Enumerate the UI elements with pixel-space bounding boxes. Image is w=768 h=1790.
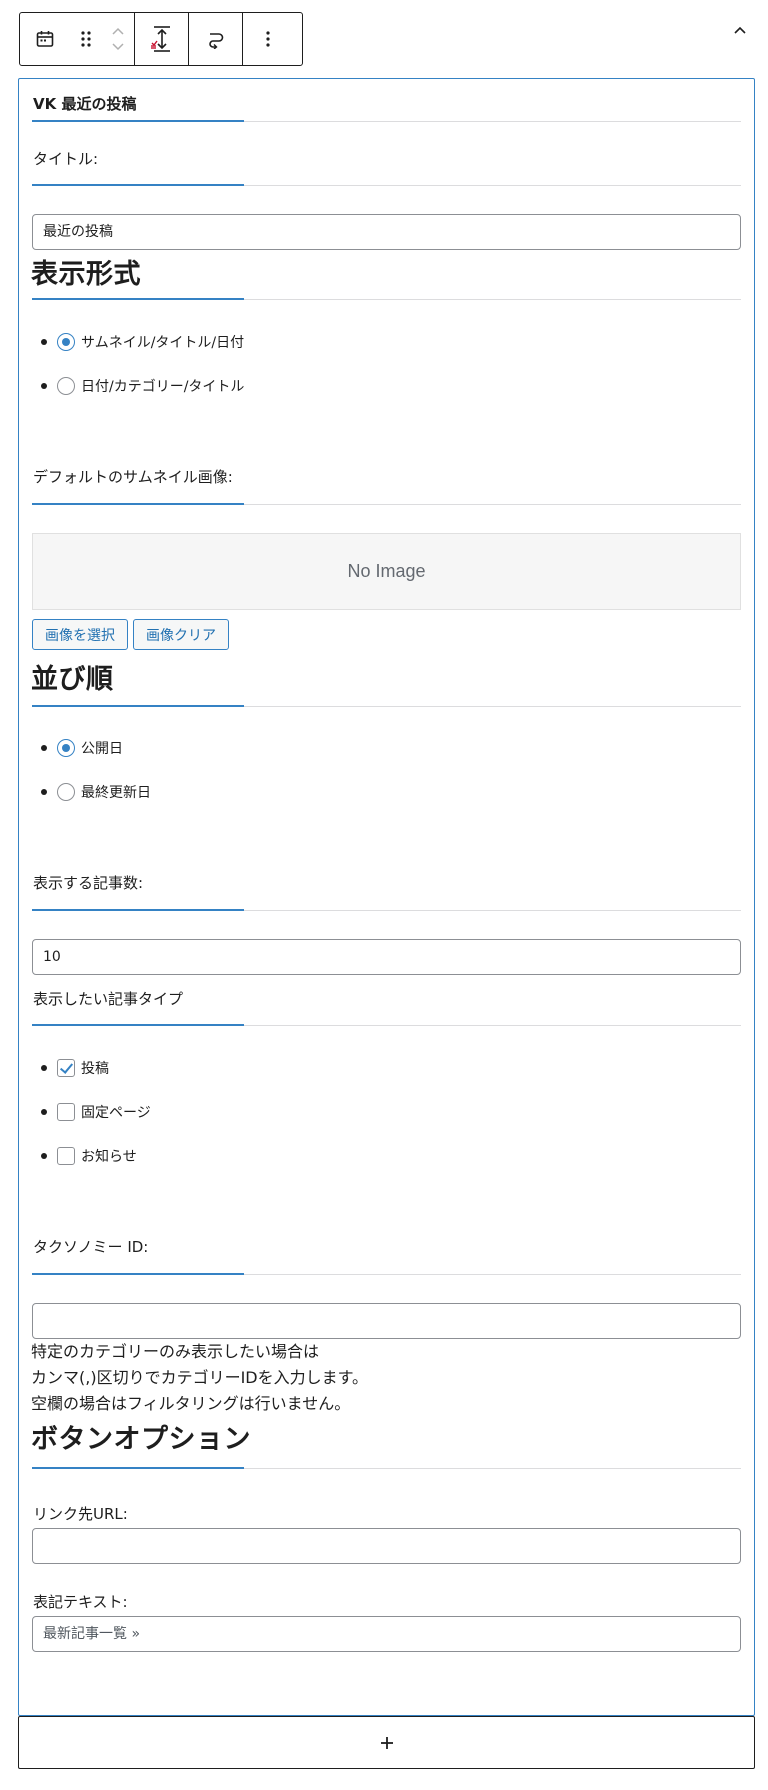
title-input[interactable]: 最近の投稿 — [32, 214, 741, 250]
radio-button[interactable] — [57, 333, 75, 351]
select-image-button[interactable]: 画像を選択 — [32, 619, 128, 650]
option-label: サムネイル/タイトル/日付 — [81, 335, 245, 351]
option-label: 公開日 — [81, 741, 123, 757]
transform-icon — [208, 33, 223, 49]
divider — [32, 1024, 741, 1026]
more-group — [243, 13, 293, 65]
bullet — [41, 1109, 47, 1115]
bullet — [41, 789, 47, 795]
divider — [32, 705, 741, 707]
post-count-input[interactable]: 10 — [32, 939, 741, 975]
help-line: カンマ(,)区切りでカテゴリーIDを入力します。 — [31, 1368, 369, 1387]
clear-image-button[interactable]: 画像クリア — [133, 619, 229, 650]
checkbox[interactable] — [57, 1103, 75, 1121]
block-type-group — [20, 13, 135, 65]
widget-title: VK 最近の投稿 — [33, 95, 137, 113]
more-options-button[interactable] — [243, 13, 293, 65]
move-down-icon[interactable] — [111, 42, 125, 51]
divider — [32, 120, 741, 122]
move-up-icon[interactable] — [111, 27, 125, 36]
widget-form-panel: VK 最近の投稿 タイトル: 最近の投稿 表示形式 サムネイル/タイトル/日付 … — [18, 78, 755, 1716]
collapse-button[interactable] — [728, 18, 752, 42]
taxonomy-help-text: 特定のカテゴリーのみ表示したい場合は カンマ(,)区切りでカテゴリーIDを入力し… — [31, 1339, 368, 1417]
divider — [32, 298, 741, 300]
height-adjust-button[interactable] — [135, 13, 188, 65]
checkbox[interactable] — [57, 1147, 75, 1165]
height-group — [135, 13, 189, 65]
calendar-icon — [36, 31, 54, 47]
display-format-heading: 表示形式 — [31, 259, 141, 290]
plus-icon — [380, 1736, 393, 1749]
checkbox[interactable] — [57, 1059, 75, 1077]
divider — [32, 909, 741, 911]
radio-button[interactable] — [57, 739, 75, 757]
transform-group — [189, 13, 243, 65]
divider — [32, 503, 741, 505]
post-type-option[interactable]: 投稿 — [41, 1057, 109, 1079]
divider — [32, 184, 741, 186]
divider — [32, 1467, 741, 1469]
title-label: タイトル: — [33, 150, 99, 168]
bullet — [41, 745, 47, 751]
button-text-label: 表記テキスト: — [33, 1593, 128, 1611]
option-label: お知らせ — [81, 1149, 137, 1165]
order-heading: 並び順 — [31, 664, 114, 695]
chevron-up-icon — [734, 26, 746, 34]
button-text-input[interactable]: 最新記事一覧 » — [32, 1616, 741, 1652]
add-block-button[interactable] — [18, 1716, 755, 1769]
help-line: 空欄の場合はフィルタリングは行いません。 — [31, 1394, 351, 1413]
display-format-option[interactable]: サムネイル/タイトル/日付 — [41, 331, 244, 353]
drag-handle-icon — [81, 31, 91, 47]
thumbnail-placeholder: No Image — [32, 533, 741, 610]
drag-handle-button[interactable] — [70, 13, 102, 65]
order-option[interactable]: 公開日 — [41, 737, 123, 759]
post-type-option[interactable]: お知らせ — [41, 1145, 137, 1167]
block-toolbar — [19, 12, 303, 66]
option-label: 最終更新日 — [81, 785, 151, 801]
button-options-heading: ボタンオプション — [31, 1424, 251, 1455]
thumbnail-label: デフォルトのサムネイル画像: — [33, 468, 233, 486]
move-buttons — [102, 13, 134, 65]
taxonomy-label: タクソノミー ID: — [33, 1238, 149, 1256]
bullet — [41, 383, 47, 389]
order-option[interactable]: 最終更新日 — [41, 781, 151, 803]
block-type-button[interactable] — [20, 13, 70, 65]
option-label: 固定ページ — [81, 1105, 151, 1121]
option-label: 日付/カテゴリー/タイトル — [81, 379, 245, 395]
option-label: 投稿 — [81, 1061, 109, 1077]
transform-button[interactable] — [189, 13, 242, 65]
bullet — [41, 1153, 47, 1159]
post-count-label: 表示する記事数: — [33, 874, 144, 892]
display-format-option[interactable]: 日付/カテゴリー/タイトル — [41, 375, 244, 397]
divider — [32, 1273, 741, 1275]
post-type-option[interactable]: 固定ページ — [41, 1101, 151, 1123]
help-line: 特定のカテゴリーのみ表示したい場合は — [31, 1342, 320, 1361]
link-url-input[interactable] — [32, 1528, 741, 1564]
height-adjust-icon — [150, 26, 170, 52]
bullet — [41, 339, 47, 345]
more-options-icon — [266, 31, 270, 47]
bullet — [41, 1065, 47, 1071]
radio-button[interactable] — [57, 783, 75, 801]
post-types-label: 表示したい記事タイプ — [33, 990, 184, 1008]
taxonomy-input[interactable] — [32, 1303, 741, 1339]
link-url-label: リンク先URL: — [33, 1505, 128, 1523]
radio-button[interactable] — [57, 377, 75, 395]
